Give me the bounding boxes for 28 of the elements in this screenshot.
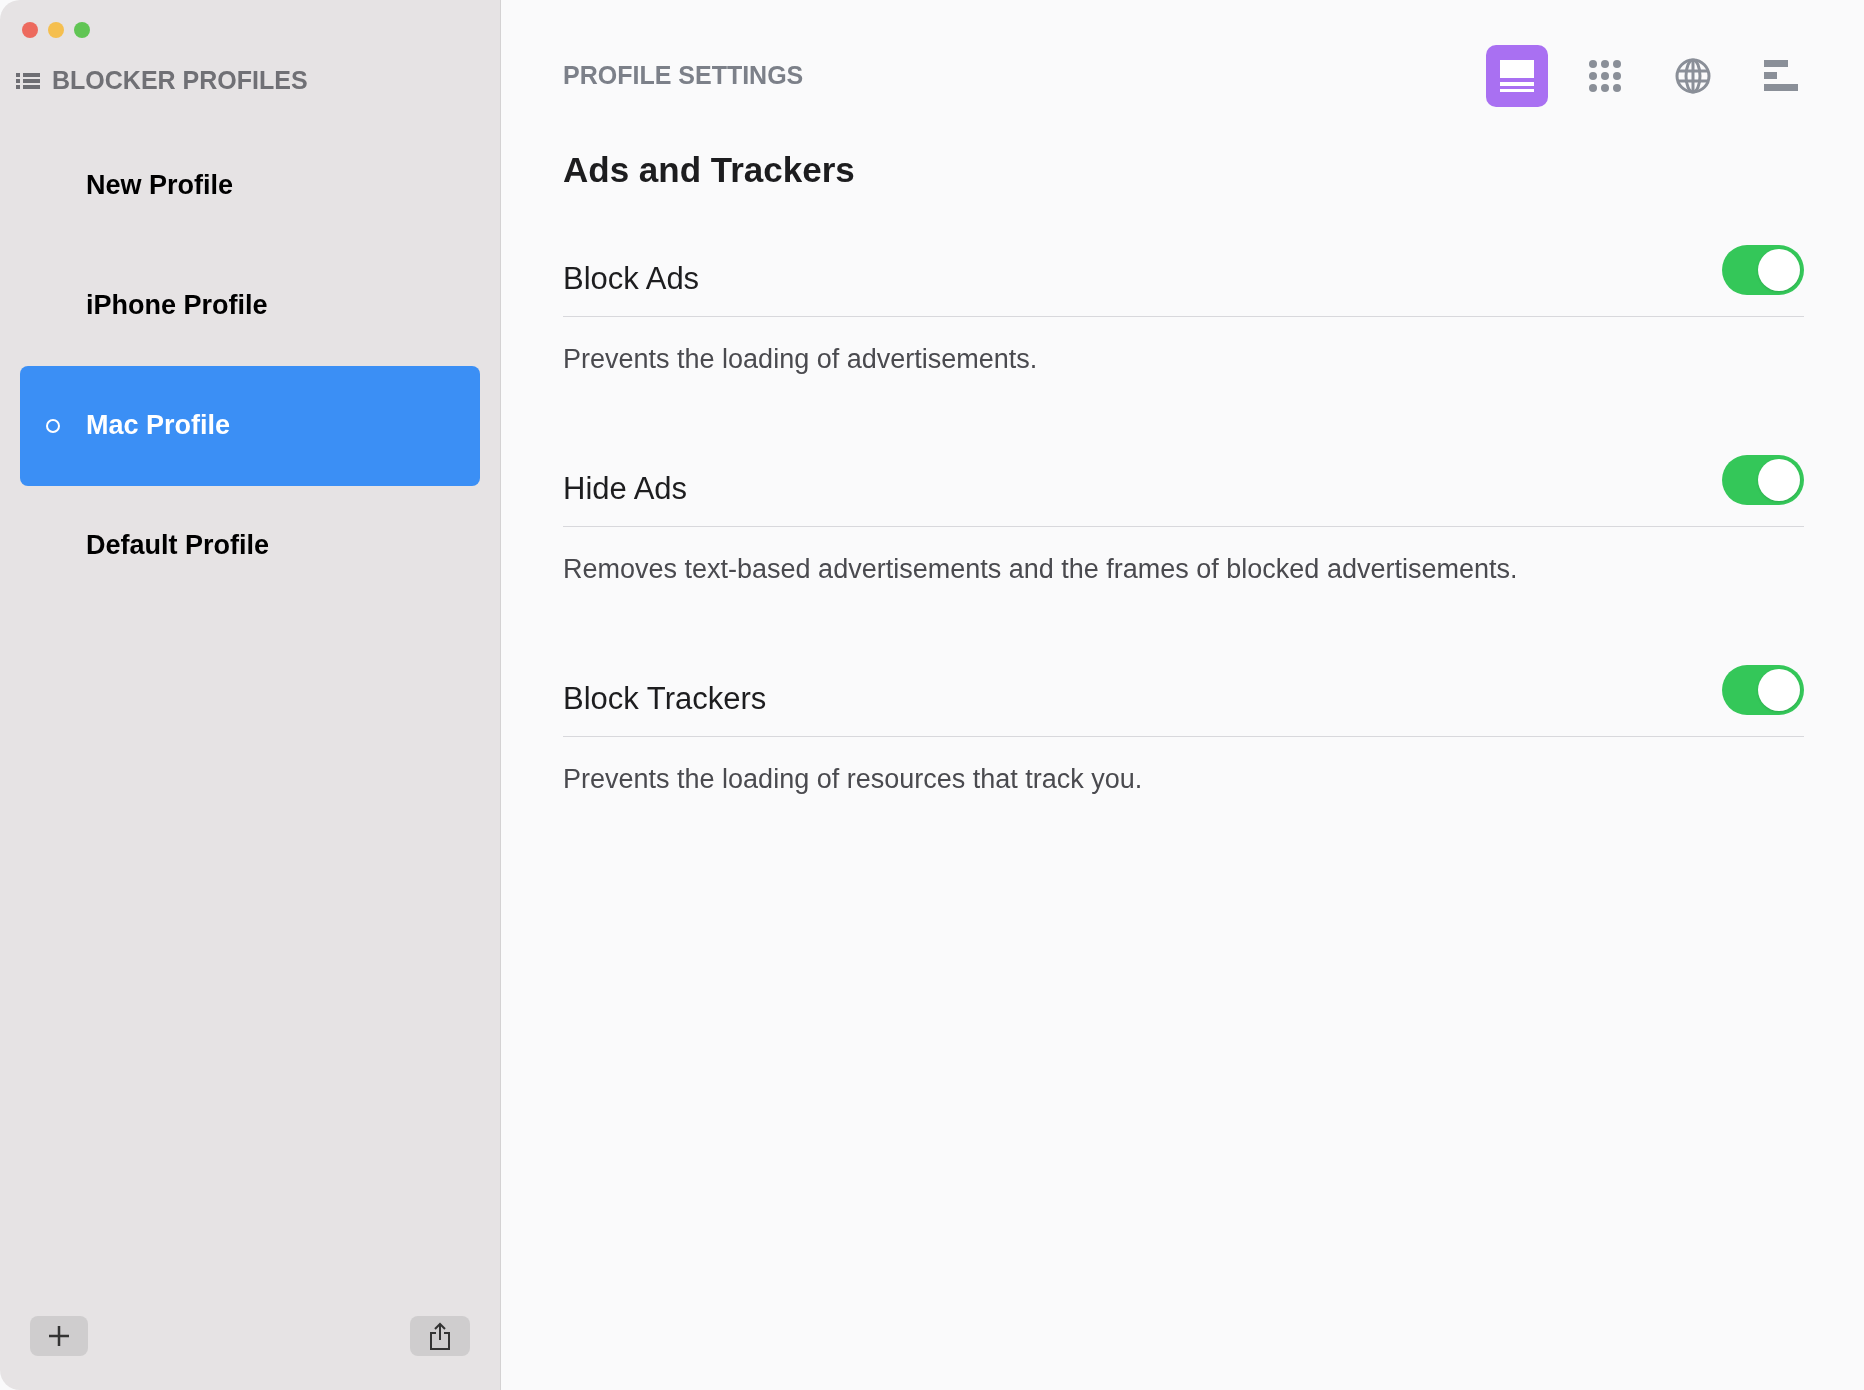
- toolbar-button[interactable]: [1486, 45, 1548, 107]
- add-button[interactable]: [30, 1316, 88, 1356]
- share-icon: [429, 1322, 451, 1350]
- toggle-switch[interactable]: [1722, 455, 1804, 505]
- setting-description: Prevents the loading of advertisements.: [563, 342, 1039, 376]
- setting-description: Prevents the loading of resources that track you.: [563, 762, 1144, 796]
- plus-icon: [48, 1325, 70, 1347]
- profile-item[interactable]: Default Profile: [20, 485, 480, 606]
- bars-icon: [1764, 59, 1798, 93]
- zoom-window-button[interactable]: [74, 22, 90, 38]
- grid-icon: [1588, 59, 1622, 93]
- profile-item[interactable]: New Profile: [20, 125, 480, 246]
- close-window-button[interactable]: [22, 22, 38, 38]
- profile-item[interactable]: iPhone Profile: [20, 245, 480, 366]
- sidebar-title: BLOCKER PROFILES: [52, 65, 308, 96]
- panel-title: PROFILE SETTINGS: [563, 60, 804, 92]
- section-title: Ads and Trackers: [563, 149, 856, 191]
- setting-label: Block Ads: [563, 259, 700, 298]
- toggle-switch[interactable]: [1722, 665, 1804, 715]
- toggle-switch[interactable]: [1722, 245, 1804, 295]
- panel-icon: [1500, 60, 1534, 92]
- setting-label: Block Trackers: [563, 679, 767, 718]
- globe-icon: [1675, 58, 1711, 94]
- setting-description: Removes text-based advertisements and the frames of blocked advertisements.: [563, 552, 1519, 586]
- share-button[interactable]: [410, 1316, 470, 1356]
- list-icon: [16, 71, 40, 90]
- circle-icon: [45, 417, 61, 434]
- setting-label: Hide Ads: [563, 469, 688, 508]
